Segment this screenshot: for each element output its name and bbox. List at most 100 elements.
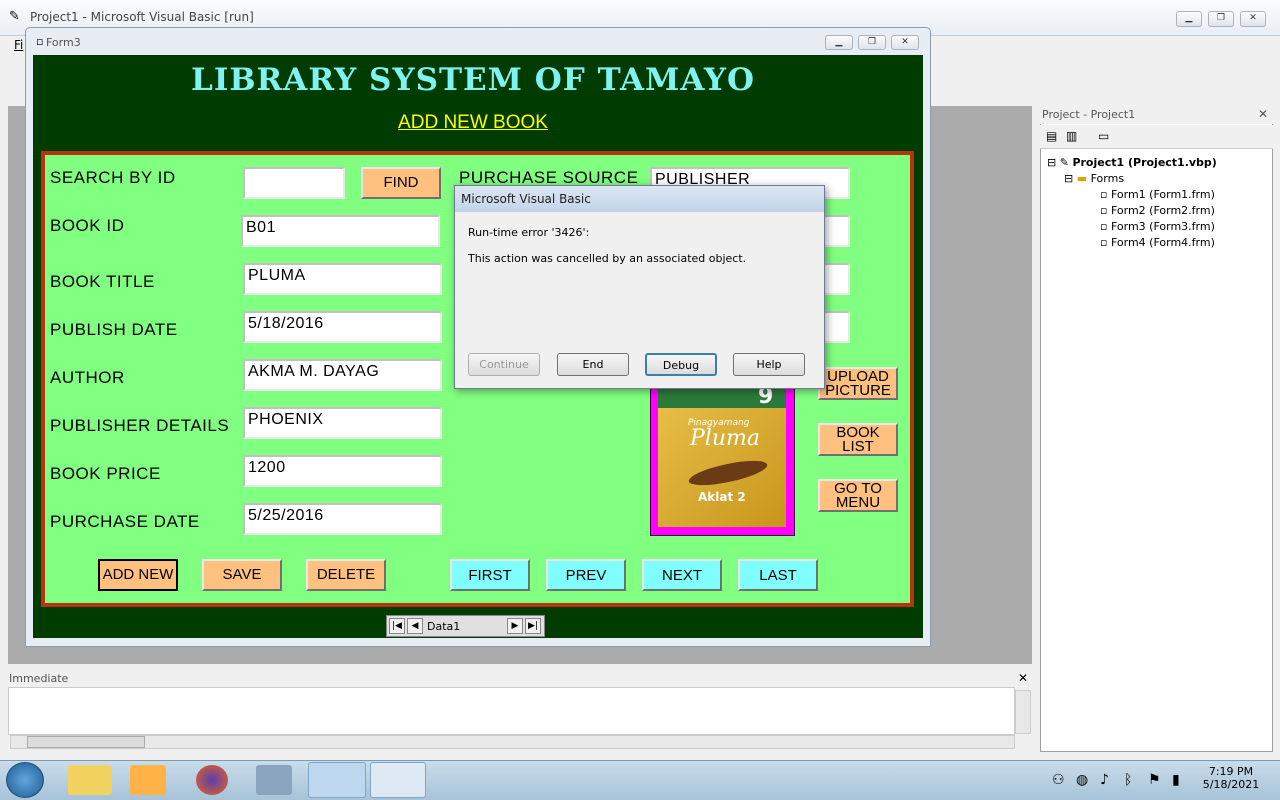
project-explorer-header: Project - Project1 ✕	[1040, 106, 1273, 124]
data-last-button[interactable]: ▶|	[525, 618, 541, 634]
tree-root[interactable]: ⊟ ✎ Project1 (Project1.vbp)	[1047, 156, 1217, 169]
edge-taskbar-icon[interactable]	[308, 762, 366, 798]
feather-graphic	[687, 455, 769, 491]
form-file-icon: ▫	[1100, 204, 1108, 217]
next-button[interactable]: NEXT	[642, 559, 722, 591]
toggle-folders-icon[interactable]: ▭	[1098, 129, 1109, 143]
vb6-taskbar-icon[interactable]	[256, 765, 292, 795]
app-title: LIBRARY SYSTEM OF TAMAYO	[191, 62, 755, 98]
add-new-button[interactable]: ADD NEW	[98, 559, 178, 591]
dialog-title: Microsoft Visual Basic	[455, 186, 824, 212]
debug-button[interactable]: Debug	[645, 353, 717, 376]
firefox-taskbar-icon[interactable]	[196, 765, 228, 795]
form-icon: ▫	[36, 35, 44, 48]
save-button[interactable]: SAVE	[202, 559, 282, 591]
publisher-field[interactable]: PHOENIX	[243, 407, 442, 439]
project-explorer	[1040, 106, 1273, 752]
system-clock[interactable]: 7:19 PM 5/18/2021	[1192, 765, 1270, 791]
tree-form-item[interactable]: ▫ Form4 (Form4.frm)	[1100, 236, 1215, 249]
network-icon[interactable]: ⚇	[1052, 772, 1065, 788]
data-first-button[interactable]: |◀	[389, 618, 405, 634]
form3-close-button[interactable]: ✕	[891, 35, 919, 50]
price-field[interactable]: 1200	[243, 455, 442, 487]
go-to-menu-button[interactable]: GO TO MENU	[818, 479, 898, 512]
author-label: AUTHOR	[50, 368, 125, 387]
close-button[interactable]: ✕	[1240, 11, 1266, 27]
error-code: Run-time error '3426':	[468, 226, 590, 239]
explorer-taskbar-icon[interactable]	[68, 765, 112, 795]
data-prev-button[interactable]: ◀	[407, 618, 423, 634]
author-field[interactable]: AKMA M. DAYAG	[243, 359, 442, 391]
collapse-icon[interactable]: ⊟	[1047, 156, 1056, 169]
upload-picture-button[interactable]: UPLOAD PICTURE	[818, 367, 898, 400]
sub-title: ADD NEW BOOK	[398, 112, 548, 133]
volume-icon[interactable]: ♪	[1100, 772, 1109, 788]
book-title-label: BOOK TITLE	[50, 272, 155, 291]
book-id-field[interactable]: B01	[241, 215, 440, 247]
form-item-label: Form1 (Form1.frm)	[1110, 188, 1215, 201]
continue-button[interactable]: Continue	[468, 353, 540, 376]
collapse-icon[interactable]: ⊟	[1064, 172, 1073, 185]
publish-date-label: PUBLISH DATE	[50, 320, 178, 339]
search-input[interactable]	[243, 167, 345, 199]
prev-button[interactable]: PREV	[546, 559, 626, 591]
price-label: BOOK PRICE	[50, 464, 161, 483]
book-list-button[interactable]: BOOK LIST	[818, 423, 898, 456]
publisher-label: PUBLISHER DETAILS	[50, 416, 230, 435]
close-icon[interactable]: ✕	[1258, 107, 1268, 121]
error-dialog: Microsoft Visual Basic Run-time error '3…	[454, 185, 825, 389]
menu-file[interactable]: Fi	[14, 38, 23, 52]
minimize-button[interactable]: ▁	[1176, 11, 1202, 27]
restore-button[interactable]: ❐	[1208, 11, 1234, 27]
first-button[interactable]: FIRST	[450, 559, 530, 591]
signal-icon[interactable]: ▮	[1172, 772, 1180, 788]
close-icon[interactable]: ✕	[1018, 671, 1028, 685]
view-code-icon[interactable]: ▤	[1046, 129, 1057, 143]
last-button[interactable]: LAST	[738, 559, 818, 591]
search-label: SEARCH BY ID	[50, 168, 176, 187]
form-file-icon: ▫	[1100, 220, 1108, 233]
immediate-input[interactable]	[8, 687, 1015, 735]
globe-icon[interactable]: ◍	[1076, 772, 1088, 788]
form-item-label: Form4 (Form4.frm)	[1110, 236, 1215, 249]
form3-restore-button[interactable]: ❐	[858, 35, 886, 50]
project-icon: ✎	[1059, 156, 1069, 169]
delete-button[interactable]: DELETE	[306, 559, 386, 591]
book-title-field[interactable]: PLUMA	[243, 263, 442, 295]
media-player-taskbar-icon[interactable]	[130, 765, 166, 795]
bluetooth-icon[interactable]: ᛒ	[1124, 772, 1132, 788]
clock-time: 7:19 PM	[1208, 765, 1254, 778]
tree-form-item[interactable]: ▫ Form1 (Form1.frm)	[1100, 188, 1215, 201]
action-center-icon[interactable]: ⚑	[1148, 772, 1161, 788]
menu-label-2: MENU	[835, 493, 881, 511]
book-cover-image: 9 Pinagyamang Pluma Aklat 2	[658, 384, 786, 527]
tree-forms-folder[interactable]: ⊟ ▬ Forms	[1064, 172, 1124, 185]
project-root-label: Project1 (Project1.vbp)	[1072, 156, 1217, 169]
folder-icon: ▬	[1076, 172, 1088, 185]
scroll-thumb[interactable]	[27, 736, 145, 748]
publish-date-field[interactable]: 5/18/2016	[243, 311, 442, 343]
clock-date: 5/18/2021	[1202, 778, 1260, 791]
tree-form-item[interactable]: ▫ Form3 (Form3.frm)	[1100, 220, 1215, 233]
project-toolbar: ▤ ▥ ▭	[1040, 125, 1273, 149]
data-caption: Data1	[427, 620, 461, 633]
view-object-icon[interactable]: ▥	[1066, 129, 1077, 143]
form-item-label: Form3 (Form3.frm)	[1110, 220, 1215, 233]
cover-line3: Aklat 2	[698, 490, 746, 504]
form3-minimize-button[interactable]: ▁	[825, 35, 853, 50]
vb-app-icon: ✎	[9, 9, 20, 24]
scrollbar-horizontal[interactable]	[10, 735, 1015, 749]
find-button[interactable]: FIND	[361, 167, 441, 199]
end-button[interactable]: End	[557, 353, 629, 376]
tree-form-item[interactable]: ▫ Form2 (Form2.frm)	[1100, 204, 1215, 217]
help-button[interactable]: Help	[733, 353, 805, 376]
start-button[interactable]	[6, 762, 44, 798]
vb-running-taskbar-icon[interactable]	[370, 762, 426, 798]
ide-title: Project1 - Microsoft Visual Basic [run]	[30, 10, 254, 24]
scrollbar-vertical[interactable]	[1015, 690, 1031, 734]
purchase-date-field[interactable]: 5/25/2016	[243, 503, 442, 535]
purchase-date-label: PURCHASE DATE	[50, 512, 200, 531]
data-control: |◀ ◀ Data1 ▶ ▶|	[386, 615, 545, 637]
form-file-icon: ▫	[1100, 188, 1108, 201]
data-next-button[interactable]: ▶	[507, 618, 523, 634]
